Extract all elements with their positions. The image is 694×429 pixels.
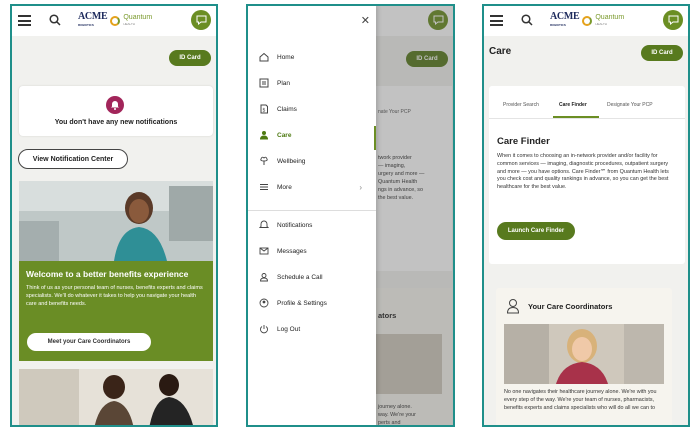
wellbeing-icon xyxy=(258,156,269,167)
close-icon[interactable]: ✕ xyxy=(361,16,370,27)
screen-menu: ID Card nate Your PCP twork provider — i… xyxy=(246,4,455,427)
promo-card: Welcome to a better benefits experience … xyxy=(19,261,213,361)
screen-care: ACME ROBOTICS Quantum HEALTH Care ID Card … xyxy=(482,4,690,427)
menu-item-log-out[interactable]: Log Out xyxy=(258,322,370,336)
tab-care-finder[interactable]: Care Finder xyxy=(559,102,587,108)
plan-icon xyxy=(258,78,269,89)
care-icon xyxy=(258,130,269,141)
care-coordinators-body: No one navigates their healthcare journe… xyxy=(504,389,657,411)
secondary-photo xyxy=(19,369,213,425)
chevron-right-icon: › xyxy=(359,182,362,192)
active-indicator xyxy=(374,126,376,150)
care-coordinators-title: Your Care Coordinators xyxy=(528,302,613,311)
coordinator-icon xyxy=(506,299,520,314)
svg-text:$: $ xyxy=(262,108,265,114)
more-icon xyxy=(258,182,269,193)
search-icon[interactable] xyxy=(521,14,533,26)
page-title: Care xyxy=(489,46,512,57)
care-finder-title: Care Finder xyxy=(497,136,550,147)
bell-icon xyxy=(106,96,124,114)
menu-divider xyxy=(248,210,376,211)
care-finder-body: When it comes to choosing an in-network … xyxy=(497,153,669,191)
screen-home: ACME ROBOTICS Quantum HEALTH ID Card You d… xyxy=(10,4,218,427)
tabs-divider xyxy=(489,118,685,119)
navigation-drawer: ✕ Home Plan $ Claims Care Wellbeing More… xyxy=(248,6,376,425)
menu-item-notifications[interactable]: Notifications xyxy=(258,218,370,232)
id-card-button[interactable]: ID Card xyxy=(641,45,683,61)
logo: ACME ROBOTICS Quantum HEALTH xyxy=(78,11,153,28)
active-tab-indicator xyxy=(553,116,599,118)
top-bar: ACME ROBOTICS Quantum HEALTH xyxy=(12,6,216,36)
hamburger-menu-icon[interactable] xyxy=(490,15,503,26)
menu-item-wellbeing[interactable]: Wellbeing xyxy=(258,154,370,168)
home-icon xyxy=(258,52,269,63)
menu-item-profile-settings[interactable]: Profile & Settings xyxy=(258,296,370,310)
phone-person-icon xyxy=(258,272,269,283)
notifications-card: You don't have any new notifications xyxy=(19,86,213,136)
menu-item-more[interactable]: More › xyxy=(258,180,370,194)
menu-item-care[interactable]: Care xyxy=(258,128,370,142)
menu-item-schedule-call[interactable]: Schedule a Call xyxy=(258,270,370,284)
tab-designate-pcp[interactable]: Designate Your PCP xyxy=(607,102,653,108)
meet-care-coordinators-button[interactable]: Meet your Care Coordinators xyxy=(27,333,151,351)
care-tabs-card: Provider Search Care Finder Designate Yo… xyxy=(489,86,685,264)
chat-icon[interactable] xyxy=(663,10,683,30)
launch-care-finder-button[interactable]: Launch Care Finder xyxy=(497,222,575,240)
coordinator-photo xyxy=(504,324,664,384)
notifications-empty-text: You don't have any new notifications xyxy=(54,119,178,126)
menu-item-plan[interactable]: Plan xyxy=(258,76,370,90)
view-notification-center-button[interactable]: View Notification Center xyxy=(18,149,128,169)
hamburger-menu-icon[interactable] xyxy=(18,15,31,26)
promo-body: Think of us as your personal team of nur… xyxy=(26,285,203,307)
id-card-button[interactable]: ID Card xyxy=(169,50,211,66)
power-icon xyxy=(258,324,269,335)
promo-photo xyxy=(19,181,213,261)
top-bar: ACME ROBOTICS Quantum HEALTH xyxy=(484,6,688,36)
envelope-icon xyxy=(258,246,269,257)
promo-title: Welcome to a better benefits experience xyxy=(26,269,189,279)
logo: ACME ROBOTICS Quantum HEALTH xyxy=(550,11,625,28)
chat-icon[interactable] xyxy=(191,10,211,30)
menu-item-messages[interactable]: Messages xyxy=(258,244,370,258)
tab-provider-search[interactable]: Provider Search xyxy=(503,102,539,108)
menu-item-home[interactable]: Home xyxy=(258,50,370,64)
search-icon[interactable] xyxy=(49,14,61,26)
bell-icon xyxy=(258,220,269,231)
care-coordinators-card: Your Care Coordinators No one navigates … xyxy=(496,288,672,425)
profile-icon xyxy=(258,298,269,309)
claims-icon: $ xyxy=(258,104,269,115)
menu-item-claims[interactable]: $ Claims xyxy=(258,102,370,116)
menu-overlay[interactable] xyxy=(376,6,453,425)
